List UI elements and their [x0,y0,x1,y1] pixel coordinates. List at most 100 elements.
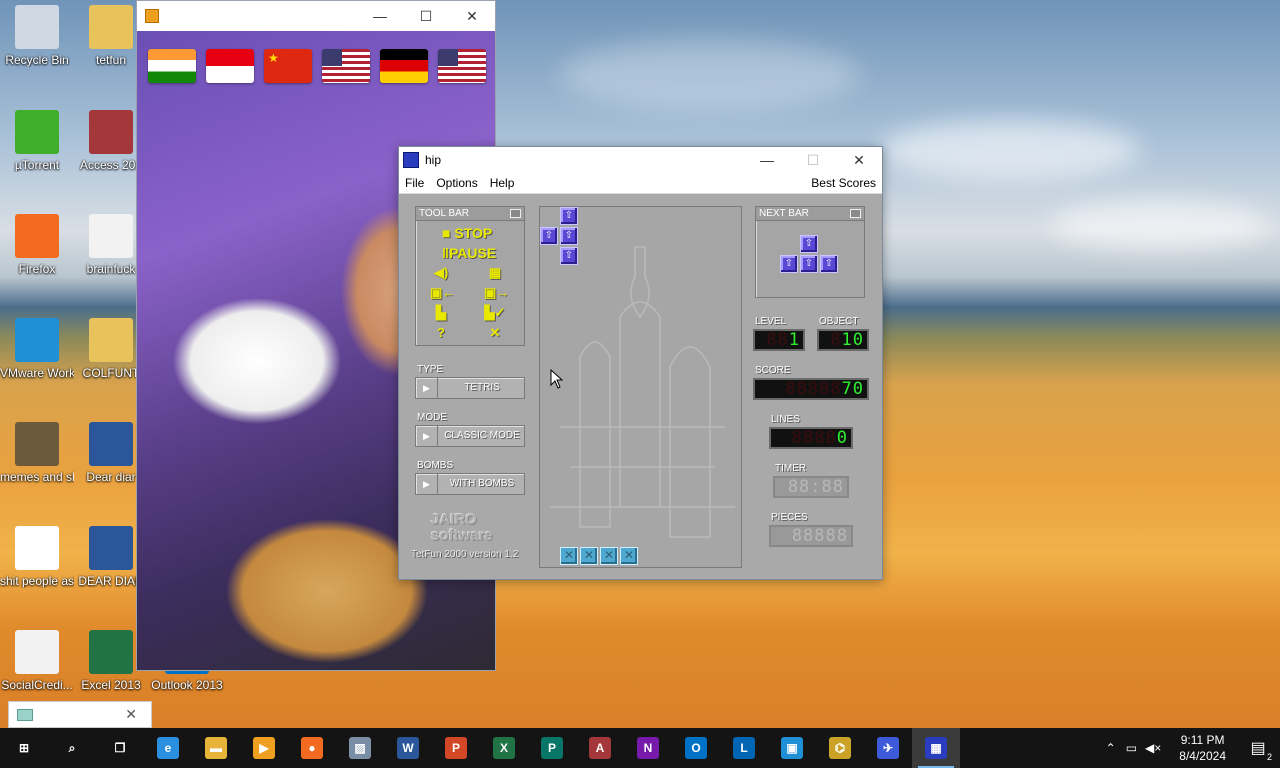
bomb-block: ✕ [600,547,618,565]
image-viewer-icon-glyph: ▨ [349,737,371,759]
type-value: TETRIS [464,382,500,393]
vmware-icon[interactable]: ▣ [768,728,816,768]
pause-button[interactable]: ‖PAUSE [442,245,496,261]
next-piece-block: ⇧ [820,255,838,273]
search-icon[interactable]: ⌕ [48,728,96,768]
tetfun-titlebar[interactable]: hip — ☐ ✕ [399,147,882,173]
menu-options[interactable]: Options [430,176,483,190]
shortcut-file-icon [15,526,59,570]
volume-muted-icon[interactable]: ◀× [1141,741,1169,755]
playfield[interactable]: ⇧ ⇧ ⇧ ⇧ ✕ ✕ ✕ ✕ [539,206,742,568]
bombs-value: WITH BOMBS [449,478,515,489]
desktop-icon[interactable]: µTorrent [0,110,74,172]
zip-folder-icon [89,318,133,362]
menu-best-scores[interactable]: Best Scores [805,176,882,190]
onenote-icon-glyph: N [637,737,659,759]
timer-value: 88:88 [787,477,844,497]
bird-app-icon[interactable]: ✈ [864,728,912,768]
edge-icon[interactable]: e [144,728,192,768]
menu-help[interactable]: Help [484,176,521,190]
desktop-icon[interactable]: memes and shit [0,422,74,484]
bombs-label: BOMBS [417,460,454,471]
pieces-label: PIECES [771,512,808,523]
notifications-button[interactable]: ▤ 2 [1236,728,1280,768]
save-icon[interactable]: ▣← [430,285,455,301]
desktop-icon[interactable]: shit people asked me ... [0,526,74,588]
sound-icon[interactable]: ◀) [430,265,452,281]
lync-icon[interactable]: L [720,728,768,768]
next-bar-title: NEXT BAR [759,208,809,219]
minimize-panel-icon[interactable] [510,209,521,218]
desktop-icon-label: Firefox [18,262,56,276]
image-viewer-icon[interactable]: ▨ [336,728,384,768]
word-icon[interactable]: W [384,728,432,768]
file-explorer-icon-glyph: ▬ [205,737,227,759]
search-icon-glyph: ⌕ [61,737,83,759]
start-button[interactable]: ⊞ [0,728,48,768]
menu-file[interactable]: File [399,176,430,190]
tetfun-icon[interactable]: ▦ [912,728,960,768]
publisher-icon[interactable]: P [528,728,576,768]
tetfun-window[interactable]: hip — ☐ ✕ File Options Help Best Scores … [398,146,883,580]
publisher-icon-glyph: P [541,737,563,759]
load-icon[interactable]: ▣→ [484,285,509,301]
network-icon[interactable]: ▭ [1122,741,1141,755]
next-piece-block: ⇧ [780,255,798,273]
mouse-cursor-icon [550,369,564,389]
level-unlit-digits: 88 [766,330,789,350]
word-icon-glyph: W [397,737,419,759]
mode-selector[interactable]: ▶ CLASSIC MODE [415,425,525,447]
desktop-icon[interactable]: Firefox [0,214,74,276]
stop-button[interactable]: ■ STOP [442,225,492,241]
clock[interactable]: 9:11 PM 8/4/2024 [1169,732,1236,764]
start-button-glyph: ⊞ [13,737,35,759]
desktop-icon-label: µTorrent [14,158,60,172]
excel-icon[interactable]: X [480,728,528,768]
vmware-icon-glyph: ▣ [781,737,803,759]
tetromino-block: ⇧ [540,227,558,245]
exit-icon[interactable]: ✕ [484,325,506,341]
minimize-panel-icon[interactable] [850,209,861,218]
video-titlebar[interactable]: — ☐ ✕ [137,1,495,31]
network-tool-icon[interactable]: ⌬ [816,728,864,768]
task-view-icon-glyph: ❐ [109,737,131,759]
stats-icon[interactable]: ▙ [430,305,452,321]
outlook-icon[interactable]: O [672,728,720,768]
close-button[interactable]: ✕ [449,1,495,31]
object-display: 810 [817,329,869,351]
desktop-icon[interactable]: Recycle Bin [0,5,74,67]
desktop-icon[interactable]: SocialCredi... [0,630,74,692]
access-icon [89,110,133,154]
minimize-button[interactable]: — [744,145,790,175]
close-button[interactable]: ✕ [836,145,882,175]
bomb-block: ✕ [580,547,598,565]
type-selector[interactable]: ▶ TETRIS [415,377,525,399]
minimized-window-thumbnail[interactable]: ✕ [8,701,152,728]
onenote-icon[interactable]: N [624,728,672,768]
task-view-icon[interactable]: ❐ [96,728,144,768]
minimize-button[interactable]: — [357,1,403,31]
close-icon[interactable]: ✕ [125,706,137,723]
tetromino-block: ⇧ [560,247,578,265]
level-value: 1 [788,330,800,350]
score-unlit-digits: 88888 [785,379,842,399]
timer-label: TIMER [775,463,807,474]
grid-icon[interactable]: ▦ [484,265,506,281]
maximize-button[interactable]: ☐ [403,1,449,31]
score-label: SCORE [755,365,791,376]
firefox-icon[interactable]: ● [288,728,336,768]
bombs-selector[interactable]: ▶ WITH BOMBS [415,473,525,495]
maximize-button[interactable]: ☐ [790,145,836,175]
bomb-block: ✕ [620,547,638,565]
cloud [880,120,1140,180]
powerpoint-icon[interactable]: P [432,728,480,768]
file-explorer-icon[interactable]: ▬ [192,728,240,768]
media-player-icon-glyph: ▶ [253,737,275,759]
access-icon[interactable]: A [576,728,624,768]
desktop-icon[interactable]: VMware Workstati... [0,318,74,380]
media-player-icon[interactable]: ▶ [240,728,288,768]
help-icon[interactable]: ? [430,325,452,341]
chevron-up-icon[interactable]: ⌃ [1100,741,1122,755]
scores-icon[interactable]: ▙✓ [484,305,506,321]
china-flag-icon: ★ [264,49,312,83]
